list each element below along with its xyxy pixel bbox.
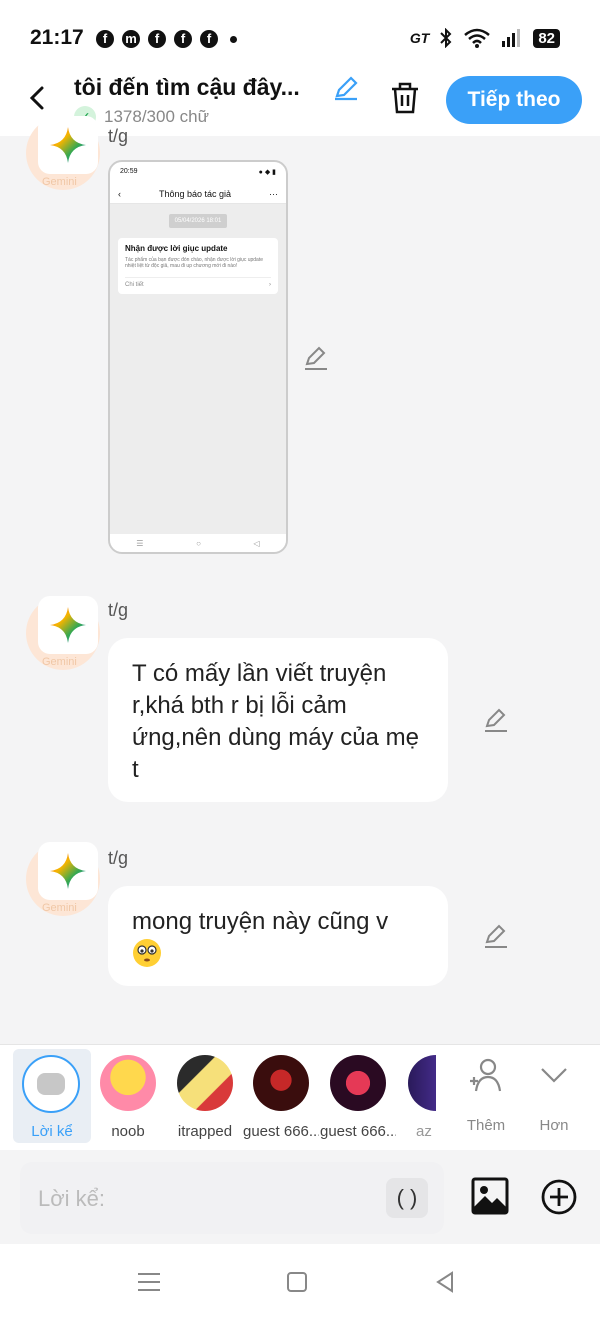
shot-card-body: Tác phẩm của bạn được đón chào, nhận đượ…	[125, 257, 264, 269]
character-narrator[interactable]: Lời kể	[13, 1049, 91, 1143]
bluetooth-icon	[440, 28, 452, 48]
message-text: mong truyện này cũng v	[132, 908, 389, 935]
edit-message-icon[interactable]	[482, 922, 510, 950]
status-time: 21:17	[30, 26, 84, 49]
more-characters-label: Hơn	[539, 1117, 569, 1134]
character-name: Lời kể	[31, 1123, 73, 1140]
chevron-down-icon	[541, 1068, 567, 1083]
shot-card-title: Nhận được lời giục update	[125, 244, 228, 253]
narrator-avatar	[22, 1055, 80, 1113]
back-button[interactable]	[22, 78, 54, 118]
avatar-label: Gemini	[42, 176, 77, 188]
gemini-star-icon	[50, 607, 86, 643]
shot-card: Nhận được lời giục update Tác phẩm của b…	[118, 238, 278, 294]
notification-icons: f m f f f	[96, 30, 237, 48]
nav-back-button[interactable]	[430, 1268, 460, 1296]
home-button[interactable]	[282, 1268, 312, 1296]
message-bubble[interactable]: T có mấy lần viết truyện r,khá bth r bị …	[108, 638, 448, 802]
recent-apps-button[interactable]	[134, 1268, 164, 1296]
sender-name: t/g	[108, 848, 129, 868]
character-item[interactable]: guest 666...	[243, 1051, 319, 1140]
input-placeholder: Lời kể:	[38, 1186, 106, 1211]
action-paren-button[interactable]: ( )	[386, 1178, 428, 1218]
add-button[interactable]	[540, 1178, 578, 1216]
messenger-icon: m	[122, 30, 140, 48]
shot-status-icons: ● ◆ ▮	[258, 169, 276, 176]
character-item[interactable]: itrapped	[167, 1051, 243, 1140]
character-name: noob	[111, 1123, 145, 1140]
shot-chevron-icon: ›	[269, 282, 271, 288]
gemini-star-icon	[50, 853, 86, 889]
system-icons: GT 82	[410, 28, 560, 48]
delete-button[interactable]	[388, 80, 422, 116]
more-characters-button[interactable]: Hơn	[524, 1055, 584, 1134]
facebook-icon: f	[174, 30, 192, 48]
avatar-label: Gemini	[42, 656, 77, 668]
shot-date: 05/04/2026 18:01	[169, 214, 227, 228]
message-input[interactable]: Lời kể: ( )	[20, 1162, 444, 1234]
wifi-icon	[464, 28, 491, 48]
character-picker: Lời kể noob itrapped guest 666... guest …	[0, 1044, 600, 1150]
shot-time: 20:59	[120, 168, 138, 175]
avatar-label: Gemini	[42, 902, 77, 914]
character-name: az	[416, 1123, 432, 1140]
facebook-icon: f	[200, 30, 218, 48]
character-name: itrapped	[177, 1123, 233, 1140]
avatar[interactable]: Gemini	[26, 116, 100, 190]
next-button[interactable]: Tiếp theo	[446, 76, 582, 124]
edit-message-icon[interactable]	[302, 344, 330, 372]
message-bubble[interactable]: mong truyện này cũng v	[108, 886, 448, 986]
shot-card-link: Chi tiết	[125, 282, 144, 288]
signal-icon	[502, 29, 521, 47]
avatar	[177, 1055, 233, 1111]
character-item[interactable]: guest 666...	[320, 1051, 396, 1140]
character-name: guest 666...	[243, 1123, 319, 1140]
gt-mode-icon: GT	[409, 30, 430, 46]
shot-menu-icon: ···	[269, 188, 278, 199]
speech-icon	[37, 1073, 65, 1095]
add-character-button[interactable]: Thêm	[456, 1055, 516, 1134]
battery-icon: 82	[533, 28, 560, 48]
story-title[interactable]: tôi đến tìm cậu đây...	[74, 74, 324, 101]
avatar	[330, 1055, 386, 1111]
add-person-icon	[470, 1058, 502, 1092]
screenshot-image[interactable]: 20:59 ● ◆ ▮ ‹ Thông báo tác giả ··· 05/04/2…	[108, 160, 288, 554]
surprised-emoji-icon	[133, 939, 161, 967]
avatar	[100, 1055, 156, 1111]
character-item[interactable]: az	[396, 1051, 436, 1140]
status-bar: 21:17 f m f f f GT 82	[0, 0, 600, 72]
shot-nav: ☰ ○ ◁	[110, 534, 286, 552]
sender-name: t/g	[108, 126, 129, 146]
facebook-icon: f	[148, 30, 166, 48]
system-navigation-bar	[0, 1244, 600, 1318]
word-count-text: 1378/300 chữ	[104, 107, 209, 126]
avatar[interactable]: Gemini	[26, 842, 100, 916]
edit-message-icon[interactable]	[482, 706, 510, 734]
edit-title-icon[interactable]	[332, 74, 360, 102]
more-notifications-icon	[230, 35, 237, 43]
character-item[interactable]: noob	[90, 1051, 166, 1140]
avatar	[253, 1055, 309, 1111]
gemini-star-icon	[50, 127, 86, 163]
add-character-label: Thêm	[466, 1117, 506, 1134]
character-name: guest 666...	[320, 1123, 396, 1140]
shot-title: Thông báo tác giả	[158, 188, 232, 199]
facebook-icon: f	[96, 30, 114, 48]
shot-back-icon: ‹	[118, 188, 121, 199]
avatar	[408, 1055, 436, 1111]
sender-name: t/g	[108, 600, 129, 620]
avatar[interactable]: Gemini	[26, 596, 100, 670]
image-upload-button[interactable]	[470, 1176, 510, 1216]
